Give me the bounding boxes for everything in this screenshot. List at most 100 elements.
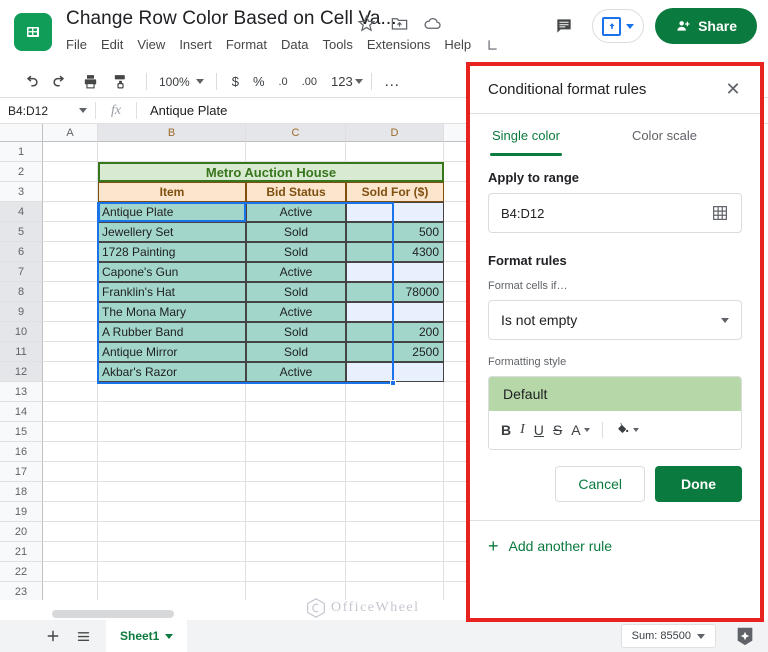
menu-item-insert[interactable]: Insert bbox=[179, 37, 212, 52]
grid-cell[interactable] bbox=[246, 442, 346, 462]
menu-item-tools[interactable]: Tools bbox=[322, 37, 352, 52]
column-header-c[interactable]: C bbox=[246, 124, 346, 142]
row-header-8[interactable]: 8 bbox=[0, 282, 43, 302]
select-all-corner[interactable] bbox=[0, 124, 43, 142]
chevron-down-icon[interactable] bbox=[165, 634, 173, 639]
done-button[interactable]: Done bbox=[655, 466, 742, 502]
grid-cell[interactable] bbox=[346, 422, 444, 442]
grid-cell[interactable] bbox=[43, 502, 98, 522]
grid-cell[interactable] bbox=[43, 442, 98, 462]
menu-item-help[interactable]: Help bbox=[444, 37, 471, 52]
row-header-22[interactable]: 22 bbox=[0, 562, 43, 582]
grid-cell[interactable] bbox=[246, 482, 346, 502]
table-cell-status[interactable]: Sold bbox=[246, 222, 346, 242]
menu-item-file[interactable]: File bbox=[66, 37, 87, 52]
grid-cell[interactable] bbox=[246, 402, 346, 422]
grid-cell[interactable] bbox=[98, 522, 246, 542]
cloud-saved-icon[interactable] bbox=[423, 14, 442, 33]
table-cell-item[interactable]: Capone's Gun bbox=[98, 262, 246, 282]
grid-cell[interactable] bbox=[98, 382, 246, 402]
row-header-2[interactable]: 2 bbox=[0, 162, 43, 182]
tab-color-scale[interactable]: Color scale bbox=[620, 114, 709, 156]
row-header-17[interactable]: 17 bbox=[0, 462, 43, 482]
column-header-a[interactable]: A bbox=[43, 124, 98, 142]
table-cell-sold-for[interactable] bbox=[346, 362, 444, 382]
share-button[interactable]: Share bbox=[655, 8, 757, 44]
table-cell-status[interactable]: Active bbox=[246, 302, 346, 322]
number-format-button[interactable]: 123 bbox=[324, 74, 355, 89]
apply-to-range-input[interactable]: B4:D12 bbox=[488, 193, 742, 233]
table-cell-item[interactable]: 1728 Painting bbox=[98, 242, 246, 262]
row-header-15[interactable]: 15 bbox=[0, 422, 43, 442]
table-cell-sold-for[interactable]: 200 bbox=[346, 322, 444, 342]
row-header-11[interactable]: 11 bbox=[0, 342, 43, 362]
explore-icon[interactable] bbox=[732, 623, 758, 649]
formula-input[interactable]: Antique Plate bbox=[137, 103, 227, 118]
row-header-19[interactable]: 19 bbox=[0, 502, 43, 522]
grid-cell[interactable] bbox=[98, 422, 246, 442]
row-header-13[interactable]: 13 bbox=[0, 382, 43, 402]
table-cell-status[interactable]: Active bbox=[246, 262, 346, 282]
horizontal-scrollbar-thumb[interactable] bbox=[52, 610, 174, 618]
grid-cell[interactable] bbox=[246, 422, 346, 442]
table-cell-item[interactable]: The Mona Mary bbox=[98, 302, 246, 322]
chevron-down-icon[interactable] bbox=[79, 108, 87, 113]
table-header-cell[interactable]: Item bbox=[98, 182, 246, 202]
table-cell-sold-for[interactable] bbox=[346, 202, 444, 222]
redo-icon[interactable] bbox=[48, 70, 72, 94]
grid-cell[interactable] bbox=[98, 502, 246, 522]
grid-cell[interactable] bbox=[98, 562, 246, 582]
more-toolbar-items-button[interactable]: … bbox=[380, 73, 405, 91]
close-icon[interactable]: ✕ bbox=[720, 77, 746, 103]
last-edit-icon[interactable] bbox=[485, 38, 499, 52]
row-header-21[interactable]: 21 bbox=[0, 542, 43, 562]
table-cell-status[interactable]: Sold bbox=[246, 242, 346, 262]
all-sheets-icon[interactable] bbox=[68, 620, 98, 652]
row-header-7[interactable]: 7 bbox=[0, 262, 43, 282]
menu-item-extensions[interactable]: Extensions bbox=[367, 37, 431, 52]
grid-cell[interactable] bbox=[43, 402, 98, 422]
comment-history-button[interactable] bbox=[547, 9, 581, 43]
grid-cell[interactable] bbox=[346, 522, 444, 542]
currency-format-button[interactable]: $ bbox=[225, 74, 246, 89]
table-cell-item[interactable]: Antique Plate bbox=[98, 202, 246, 222]
grid-cell[interactable] bbox=[246, 382, 346, 402]
grid-cell[interactable] bbox=[43, 522, 98, 542]
undo-icon[interactable] bbox=[18, 70, 42, 94]
column-header-d[interactable]: D bbox=[346, 124, 444, 142]
grid-cell[interactable] bbox=[98, 482, 246, 502]
menu-item-data[interactable]: Data bbox=[281, 37, 308, 52]
present-to-meeting-button[interactable] bbox=[592, 9, 644, 43]
cancel-button[interactable]: Cancel bbox=[555, 466, 645, 502]
decrease-decimal-button[interactable]: .0 bbox=[272, 76, 295, 88]
table-cell-item[interactable]: Jewellery Set bbox=[98, 222, 246, 242]
grid-cell[interactable] bbox=[43, 582, 98, 600]
grid-cell[interactable] bbox=[246, 522, 346, 542]
row-header-1[interactable]: 1 bbox=[0, 142, 43, 162]
sum-status-button[interactable]: Sum: 85500 bbox=[621, 624, 716, 648]
grid-cell[interactable] bbox=[346, 442, 444, 462]
table-cell-sold-for[interactable] bbox=[346, 262, 444, 282]
table-cell-sold-for[interactable]: 4300 bbox=[346, 242, 444, 262]
grid-cell[interactable] bbox=[246, 502, 346, 522]
grid-cell[interactable] bbox=[43, 422, 98, 442]
row-header-16[interactable]: 16 bbox=[0, 442, 43, 462]
menu-item-edit[interactable]: Edit bbox=[101, 37, 123, 52]
sheet-tab-sheet1[interactable]: Sheet1 bbox=[106, 620, 187, 652]
grid-cell[interactable] bbox=[346, 482, 444, 502]
grid-cell[interactable] bbox=[43, 262, 98, 282]
grid-cell[interactable] bbox=[43, 162, 98, 182]
grid-cell[interactable] bbox=[98, 142, 246, 162]
grid-cell[interactable] bbox=[43, 302, 98, 322]
condition-select[interactable]: Is not empty bbox=[488, 300, 742, 340]
row-header-12[interactable]: 12 bbox=[0, 362, 43, 382]
grid-cell[interactable] bbox=[246, 462, 346, 482]
table-cell-item[interactable]: Antique Mirror bbox=[98, 342, 246, 362]
grid-cell[interactable] bbox=[43, 362, 98, 382]
table-cell-sold-for[interactable]: 2500 bbox=[346, 342, 444, 362]
grid-cell[interactable] bbox=[98, 582, 246, 600]
grid-cell[interactable] bbox=[346, 502, 444, 522]
row-header-4[interactable]: 4 bbox=[0, 202, 43, 222]
grid-cell[interactable] bbox=[346, 542, 444, 562]
grid-cell[interactable] bbox=[43, 482, 98, 502]
